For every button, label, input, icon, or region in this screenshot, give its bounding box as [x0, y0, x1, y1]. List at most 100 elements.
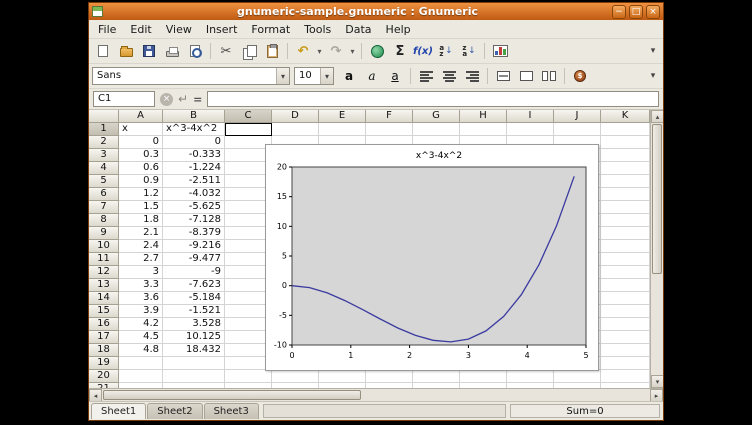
cell-B17[interactable]: 10.125 [163, 331, 225, 344]
cell-A7[interactable]: 1.5 [119, 201, 163, 214]
row-header-17[interactable]: 17 [89, 331, 119, 344]
redo-button[interactable]: ↷ [325, 41, 347, 62]
cell-B16[interactable]: 3.528 [163, 318, 225, 331]
cell-K6[interactable] [601, 188, 650, 201]
cell-K18[interactable] [601, 344, 650, 357]
cell-F21[interactable] [366, 383, 413, 388]
cell-B12[interactable]: -9 [163, 266, 225, 279]
cell-K2[interactable] [601, 136, 650, 149]
row-header-9[interactable]: 9 [89, 227, 119, 240]
cell-A18[interactable]: 4.8 [119, 344, 163, 357]
align-center-button[interactable] [438, 66, 460, 87]
cell-J20[interactable] [554, 370, 601, 383]
row-header-16[interactable]: 16 [89, 318, 119, 331]
vscroll-thumb[interactable] [652, 124, 662, 274]
cell-H21[interactable] [460, 383, 507, 388]
bold-button[interactable]: a [338, 66, 360, 87]
cancel-icon[interactable]: × [160, 93, 173, 106]
cell-A5[interactable]: 0.9 [119, 175, 163, 188]
sort-ascending-button[interactable]: az ↓ [435, 41, 457, 62]
chevron-down-icon[interactable]: ▾ [276, 68, 289, 84]
cell-D20[interactable] [272, 370, 319, 383]
cell-K5[interactable] [601, 175, 650, 188]
vscroll-track[interactable] [651, 275, 663, 375]
row-header-2[interactable]: 2 [89, 136, 119, 149]
row-header-21[interactable]: 21 [89, 383, 119, 388]
align-left-button[interactable] [415, 66, 437, 87]
redo-dropdown[interactable]: ▾ [348, 41, 357, 62]
cell-C21[interactable] [225, 383, 272, 388]
cell-K3[interactable] [601, 149, 650, 162]
cell-K1[interactable] [601, 123, 650, 136]
column-header-I[interactable]: I [507, 110, 554, 123]
enter-icon[interactable]: ↵ [178, 92, 188, 106]
cut-button[interactable]: ✂ [215, 41, 237, 62]
row-header-10[interactable]: 10 [89, 240, 119, 253]
cell-K16[interactable] [601, 318, 650, 331]
column-header-J[interactable]: J [554, 110, 601, 123]
cell-H1[interactable] [460, 123, 507, 136]
cell-A4[interactable]: 0.6 [119, 162, 163, 175]
scroll-down-button[interactable]: ▾ [651, 375, 663, 388]
menu-format[interactable]: Format [244, 21, 297, 38]
cell-A8[interactable]: 1.8 [119, 214, 163, 227]
cell-C1[interactable] [225, 123, 272, 136]
equals-icon[interactable]: = [193, 93, 202, 106]
cell-H20[interactable] [460, 370, 507, 383]
cell-K13[interactable] [601, 279, 650, 292]
undo-dropdown[interactable]: ▾ [315, 41, 324, 62]
column-header-H[interactable]: H [460, 110, 507, 123]
italic-button[interactable]: a [361, 66, 383, 87]
cell-D1[interactable] [272, 123, 319, 136]
print-button[interactable] [161, 41, 183, 62]
cell-K9[interactable] [601, 227, 650, 240]
hscroll-thumb[interactable] [103, 390, 361, 400]
cell-A6[interactable]: 1.2 [119, 188, 163, 201]
horizontal-scrollbar[interactable]: ◂ ▸ [89, 388, 663, 401]
cell-A17[interactable]: 4.5 [119, 331, 163, 344]
cell-G20[interactable] [413, 370, 460, 383]
chevron-down-icon[interactable]: ▾ [320, 68, 333, 84]
row-header-18[interactable]: 18 [89, 344, 119, 357]
row-header-11[interactable]: 11 [89, 253, 119, 266]
column-header-K[interactable]: K [601, 110, 650, 123]
cell-B10[interactable]: -9.216 [163, 240, 225, 253]
column-header-G[interactable]: G [413, 110, 460, 123]
copy-button[interactable] [238, 41, 260, 62]
new-file-button[interactable] [92, 41, 114, 62]
cell-A9[interactable]: 2.1 [119, 227, 163, 240]
insert-chart-button[interactable] [489, 41, 511, 62]
center-across-button[interactable] [492, 66, 514, 87]
cell-B8[interactable]: -7.128 [163, 214, 225, 227]
cell-E21[interactable] [319, 383, 366, 388]
row-header-4[interactable]: 4 [89, 162, 119, 175]
column-header-B[interactable]: B [163, 110, 225, 123]
cell-B1[interactable]: x^3-4x^2 [163, 123, 225, 136]
open-button[interactable] [115, 41, 137, 62]
row-header-3[interactable]: 3 [89, 149, 119, 162]
print-preview-button[interactable] [184, 41, 206, 62]
cell-B9[interactable]: -8.379 [163, 227, 225, 240]
cell-E1[interactable] [319, 123, 366, 136]
cell-B14[interactable]: -5.184 [163, 292, 225, 305]
embedded-chart[interactable]: x^3-4x^2-10-505101520012345 [265, 144, 599, 371]
save-button[interactable] [138, 41, 160, 62]
maximize-button[interactable]: □ [629, 5, 643, 19]
cell-K11[interactable] [601, 253, 650, 266]
cell-D21[interactable] [272, 383, 319, 388]
row-header-6[interactable]: 6 [89, 188, 119, 201]
sort-descending-button[interactable]: za ↓ [458, 41, 480, 62]
row-header-5[interactable]: 5 [89, 175, 119, 188]
row-header-8[interactable]: 8 [89, 214, 119, 227]
cell-A14[interactable]: 3.6 [119, 292, 163, 305]
cell-B13[interactable]: -7.623 [163, 279, 225, 292]
cell-A20[interactable] [119, 370, 163, 383]
money-format-button[interactable]: $ [569, 66, 591, 87]
underline-button[interactable]: a [384, 66, 406, 87]
column-header-D[interactable]: D [272, 110, 319, 123]
cell-I21[interactable] [507, 383, 554, 388]
cell-K14[interactable] [601, 292, 650, 305]
cell-G1[interactable] [413, 123, 460, 136]
cell-A15[interactable]: 3.9 [119, 305, 163, 318]
split-cells-button[interactable] [538, 66, 560, 87]
